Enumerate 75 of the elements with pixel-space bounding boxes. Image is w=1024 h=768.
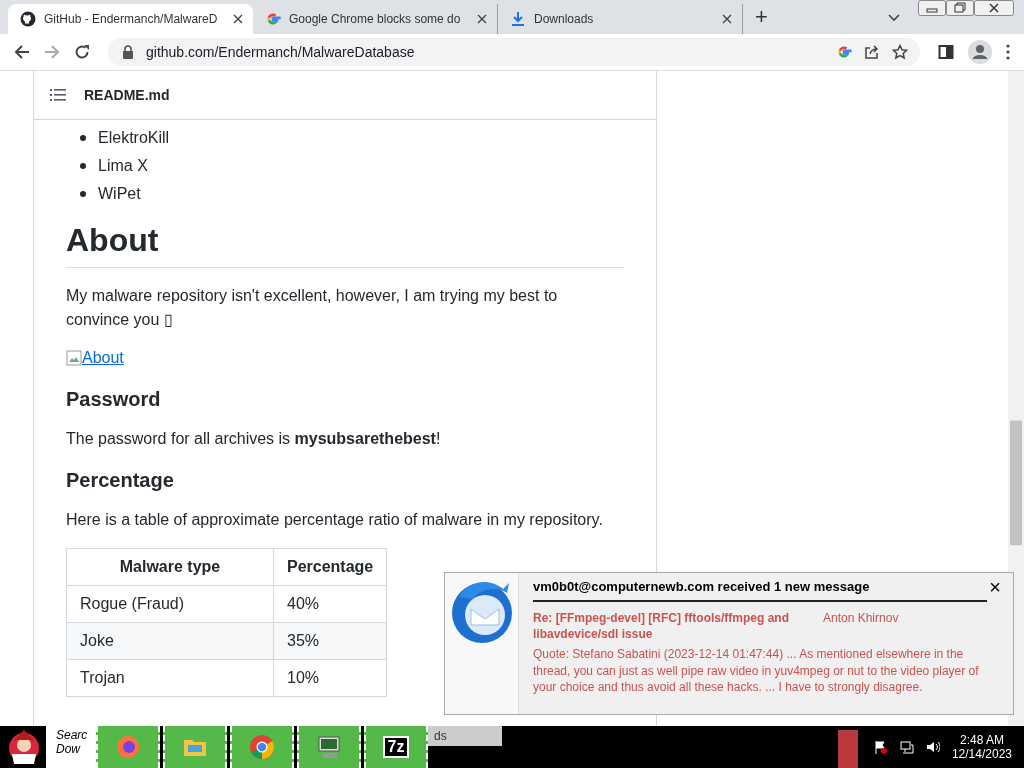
bullet-dot — [80, 191, 86, 197]
taskbar-button[interactable] — [96, 726, 160, 768]
bullet-dot — [80, 135, 86, 141]
list-item: Lima X — [98, 157, 148, 175]
speaker-icon[interactable] — [925, 740, 940, 754]
heading: Password — [66, 388, 162, 411]
paragraph: My malware repository isn't excellent, however, I am trying my best to convince you ▯ — [66, 286, 559, 330]
table-cell: 10% — [273, 659, 387, 697]
browser-tab[interactable]: Downloads — [498, 4, 743, 34]
table-cell: Rogue (Fraud) — [66, 585, 274, 623]
message-preview: Quote: Stefano Sabatini (2023-12-14 01:47:44) ... As mentioned elsewhere in the thread, you can just as well pipe raw video in yuv4mpeg or nut to the video player of your choice and thus avoid all these hacks. ... I have to strongly disagree. — [533, 646, 980, 696]
clock-date[interactable]: 12/14/2023 — [951, 747, 1012, 761]
clock-time[interactable]: 2:48 AM — [959, 733, 1004, 747]
star-icon[interactable] — [892, 44, 908, 60]
list-item: WiPet — [98, 185, 141, 203]
address-bar[interactable]: github.com/Endermanch/MalwareDatabase — [108, 38, 920, 66]
taskbar-window-button[interactable]: ds — [428, 726, 502, 746]
readme-title: README.md — [84, 87, 170, 103]
reload-icon[interactable] — [74, 44, 90, 60]
table-cell: 35% — [273, 622, 387, 660]
menu-icon[interactable] — [1006, 44, 1010, 60]
table-cell: Joke — [66, 622, 274, 660]
browser-tab[interactable]: GitHub - Endermanch/MalwareD — [8, 4, 253, 34]
back-icon[interactable] — [14, 44, 30, 60]
paragraph: The password for all archives is mysubsarethebest! — [66, 429, 442, 449]
google-g-icon — [265, 11, 281, 27]
paragraph: Here is a table of approximate percentage ratio of malware in my repository. — [66, 510, 604, 530]
taskbar-button[interactable] — [297, 726, 361, 768]
table-cell: Trojan — [66, 659, 274, 697]
taskbar-button[interactable]: 7z — [364, 726, 428, 768]
profile-avatar[interactable] — [968, 40, 992, 64]
taskbar-button[interactable] — [163, 726, 227, 768]
minimize-button[interactable] — [918, 0, 946, 16]
tab-title: Google Chrome blocks some do — [289, 12, 462, 26]
broken-image-icon — [66, 350, 82, 366]
message-sender: Anton Khirnov — [823, 610, 899, 627]
chrome-icon — [248, 733, 276, 761]
octocat-icon — [20, 11, 36, 27]
list-item: ElektroKill — [98, 129, 170, 147]
message-subject[interactable]: Re: [FFmpeg-devel] [RFC] fftools/ffmpeg and libavdevice/sdl issue — [533, 610, 793, 642]
firefox-icon — [114, 733, 142, 761]
close-button[interactable]: × — [989, 579, 1001, 595]
close-button[interactable] — [974, 0, 1014, 16]
search-field[interactable]: Searc Dow — [46, 726, 96, 768]
taskbar-button[interactable] — [230, 726, 294, 768]
share-icon[interactable] — [864, 44, 880, 60]
download-icon — [510, 11, 526, 27]
tray-button[interactable] — [837, 730, 858, 768]
google-g-icon[interactable] — [836, 44, 852, 60]
browser-tab[interactable]: Google Chrome blocks some do — [253, 4, 498, 34]
new-tab-button[interactable]: + — [755, 4, 768, 30]
heading: Percentage — [66, 469, 175, 492]
column-header: Percentage — [273, 548, 387, 586]
bullet-dot — [80, 163, 86, 169]
close-icon[interactable] — [477, 14, 487, 24]
notification-title: vm0b0t@computernewb.com received 1 new message — [533, 579, 870, 595]
close-icon[interactable] — [233, 14, 243, 24]
lock-icon — [122, 45, 134, 59]
scrollbar[interactable] — [1008, 71, 1024, 726]
computer-icon — [315, 733, 343, 761]
network-icon[interactable] — [899, 740, 914, 754]
table-cell: 40% — [273, 585, 387, 623]
flag-icon[interactable] — [873, 740, 888, 754]
url-text: github.com/Endermanch/MalwareDatabase — [146, 44, 415, 60]
list-icon[interactable] — [50, 89, 66, 101]
notification-popup[interactable] — [444, 572, 1014, 715]
heading: About — [66, 222, 624, 268]
side-panel-icon[interactable] — [938, 44, 954, 60]
chevron-down-icon[interactable] — [888, 14, 900, 22]
tab-title: GitHub - Endermanch/MalwareD — [44, 12, 219, 26]
restore-button[interactable] — [946, 0, 974, 16]
tab-title: Downloads — [534, 12, 595, 26]
close-icon[interactable] — [722, 14, 732, 24]
image-link[interactable]: About — [82, 346, 124, 370]
column-header: Malware type — [66, 548, 274, 586]
